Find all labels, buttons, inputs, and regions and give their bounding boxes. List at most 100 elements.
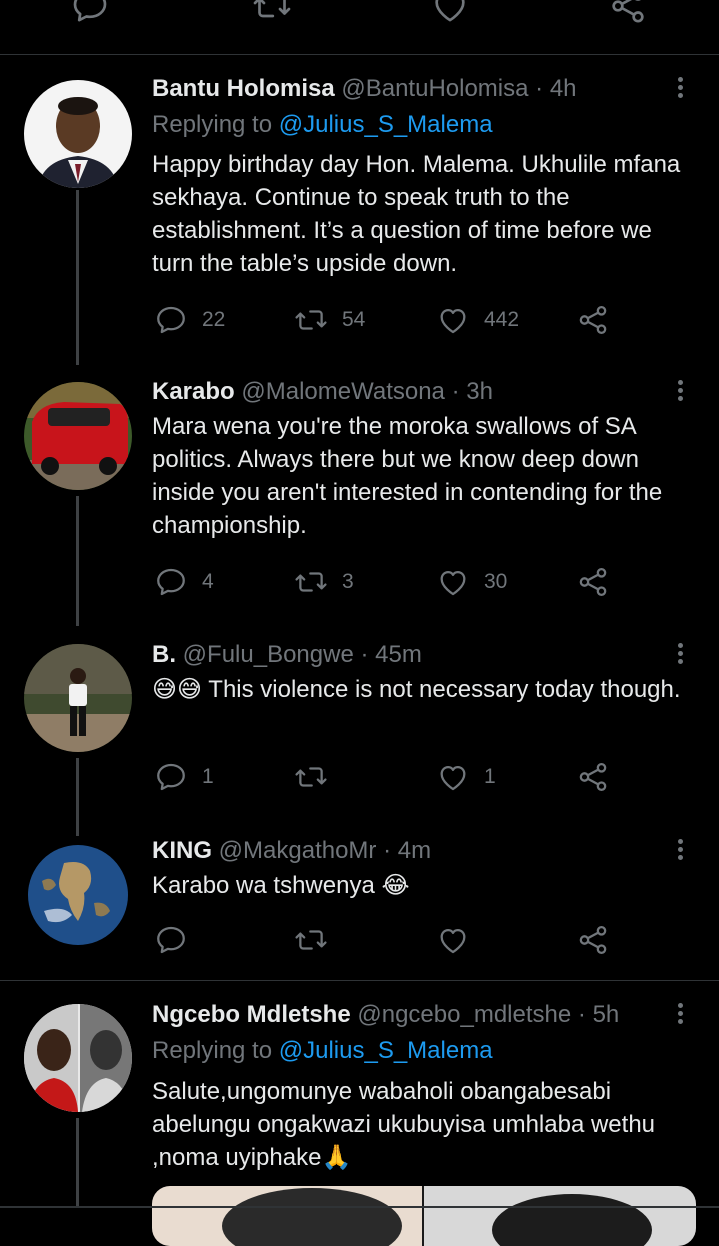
username[interactable]: @BantuHolomisa: [341, 75, 528, 102]
like-button[interactable]: 30: [436, 564, 507, 600]
tweet-text: Mara wena you're the moroka swallows of …: [152, 413, 663, 539]
avatar[interactable]: [24, 644, 132, 752]
separator-dot: ·: [383, 837, 392, 864]
avatar[interactable]: [24, 80, 132, 188]
reply-bubble-icon: [154, 923, 188, 957]
tweet-actions: 1 1: [152, 759, 632, 795]
tweet-text-body: This violence is not necessary today tho…: [202, 676, 681, 703]
username[interactable]: @ngcebo_mdletshe: [357, 1001, 571, 1028]
more-vertical-icon[interactable]: [668, 640, 692, 670]
reply-bubble-icon: [154, 565, 188, 599]
separator-dot: ·: [360, 641, 369, 668]
tweet-header: Karabo @MalomeWatsona · 3h: [152, 377, 493, 407]
heart-icon[interactable]: [430, 0, 470, 26]
reply-button[interactable]: 1: [154, 759, 214, 795]
share-icon: [576, 760, 610, 794]
reply-bubble-icon: [154, 760, 188, 794]
timestamp[interactable]: 4h: [550, 75, 577, 102]
tweet-actions: 22 54 442: [152, 302, 632, 338]
tweet-actions: [152, 922, 632, 958]
retweet-button[interactable]: [294, 922, 328, 958]
retweet-button[interactable]: 3: [294, 564, 354, 600]
heart-icon: [436, 303, 470, 337]
bottom-divider: [0, 1206, 719, 1208]
like-button[interactable]: 442: [436, 302, 519, 338]
retweet-icon: [294, 760, 328, 794]
retweet-button[interactable]: 54: [294, 302, 365, 338]
more-vertical-icon[interactable]: [668, 74, 692, 104]
share-icon: [576, 303, 610, 337]
share-icon: [576, 565, 610, 599]
mention-link[interactable]: @Julius_S_Malema: [279, 111, 493, 138]
timestamp[interactable]: 4m: [398, 837, 431, 864]
share-button[interactable]: [576, 564, 610, 600]
reply-button[interactable]: [154, 922, 188, 958]
replying-to: Replying to @Julius_S_Malema: [152, 1036, 493, 1066]
tweet-text: Karabo wa tshwenya 😂: [152, 869, 692, 902]
thread-line: [76, 496, 79, 626]
mention-link[interactable]: @Julius_S_Malema: [279, 1037, 493, 1064]
emoji: 🙏: [321, 1144, 352, 1171]
reply-count: 1: [202, 765, 214, 788]
like-button[interactable]: 1: [436, 759, 496, 795]
thread-line: [76, 758, 79, 836]
replying-prefix: Replying to: [152, 1037, 279, 1064]
tweet-header: Ngcebo Mdletshe @ngcebo_mdletshe · 5h: [152, 1000, 619, 1030]
like-count: 1: [484, 765, 496, 788]
separator-dot: ·: [535, 75, 544, 102]
heart-icon: [436, 760, 470, 794]
reply-button[interactable]: 22: [154, 302, 225, 338]
display-name[interactable]: Bantu Holomisa: [152, 75, 335, 102]
retweet-icon[interactable]: [252, 0, 292, 26]
previous-tweet-actions: [0, 0, 719, 55]
thread-line: [76, 190, 79, 365]
tweet-header: KING @MakgathoMr · 4m: [152, 836, 431, 866]
timestamp[interactable]: 3h: [466, 378, 493, 405]
more-vertical-icon[interactable]: [668, 377, 692, 407]
tweet-actions: 4 3 30: [152, 564, 632, 600]
avatar[interactable]: [24, 841, 132, 949]
share-button[interactable]: [576, 302, 610, 338]
retweet-icon: [294, 923, 328, 957]
reply-icon[interactable]: [70, 0, 110, 26]
replying-prefix: Replying to: [152, 111, 279, 138]
like-count: 30: [484, 570, 508, 593]
tweet-header: Bantu Holomisa @BantuHolomisa · 4h: [152, 74, 577, 104]
tweet-media-image[interactable]: [152, 1186, 696, 1246]
tweet-text: Happy birthday day Hon. Malema. Ukhulile…: [152, 151, 681, 277]
share-icon[interactable]: [608, 0, 648, 26]
avatar[interactable]: [24, 382, 132, 490]
tweet-text-body: Salute,ungomunye wabaholi obangabesabi a…: [152, 1078, 656, 1171]
retweet-button[interactable]: [294, 759, 342, 795]
share-button[interactable]: [576, 759, 610, 795]
tweet-text: Salute,ungomunye wabaholi obangabesabi a…: [152, 1075, 692, 1174]
reply-count: 22: [202, 308, 226, 331]
thread-line: [76, 1118, 79, 1208]
avatar[interactable]: [24, 1004, 132, 1112]
separator-dot: ·: [451, 378, 460, 405]
tweet-header: B. @Fulu_Bongwe · 45m: [152, 640, 422, 670]
separator-dot: ·: [577, 1001, 586, 1028]
timestamp[interactable]: 45m: [375, 641, 422, 668]
username[interactable]: @Fulu_Bongwe: [183, 641, 354, 668]
display-name[interactable]: Ngcebo Mdletshe: [152, 1001, 351, 1028]
share-button[interactable]: [576, 922, 610, 958]
emoji: 😂: [381, 872, 410, 899]
more-vertical-icon[interactable]: [668, 836, 692, 866]
reply-button[interactable]: 4: [154, 564, 214, 600]
more-vertical-icon[interactable]: [668, 1000, 692, 1030]
replying-to: Replying to @Julius_S_Malema: [152, 110, 493, 140]
like-count: 442: [484, 308, 520, 331]
display-name[interactable]: B.: [152, 641, 176, 668]
like-button[interactable]: [436, 922, 470, 958]
display-name[interactable]: Karabo: [152, 378, 235, 405]
retweet-icon: [294, 565, 328, 599]
timestamp[interactable]: 5h: [593, 1001, 620, 1028]
tweet-text-body: Karabo wa tshwenya: [152, 872, 382, 899]
display-name[interactable]: KING: [152, 837, 212, 864]
divider: [0, 980, 719, 981]
username[interactable]: @MakgathoMr: [219, 837, 377, 864]
retweet-count: 3: [342, 570, 354, 593]
username[interactable]: @MalomeWatsona: [241, 378, 445, 405]
retweet-icon: [294, 303, 328, 337]
